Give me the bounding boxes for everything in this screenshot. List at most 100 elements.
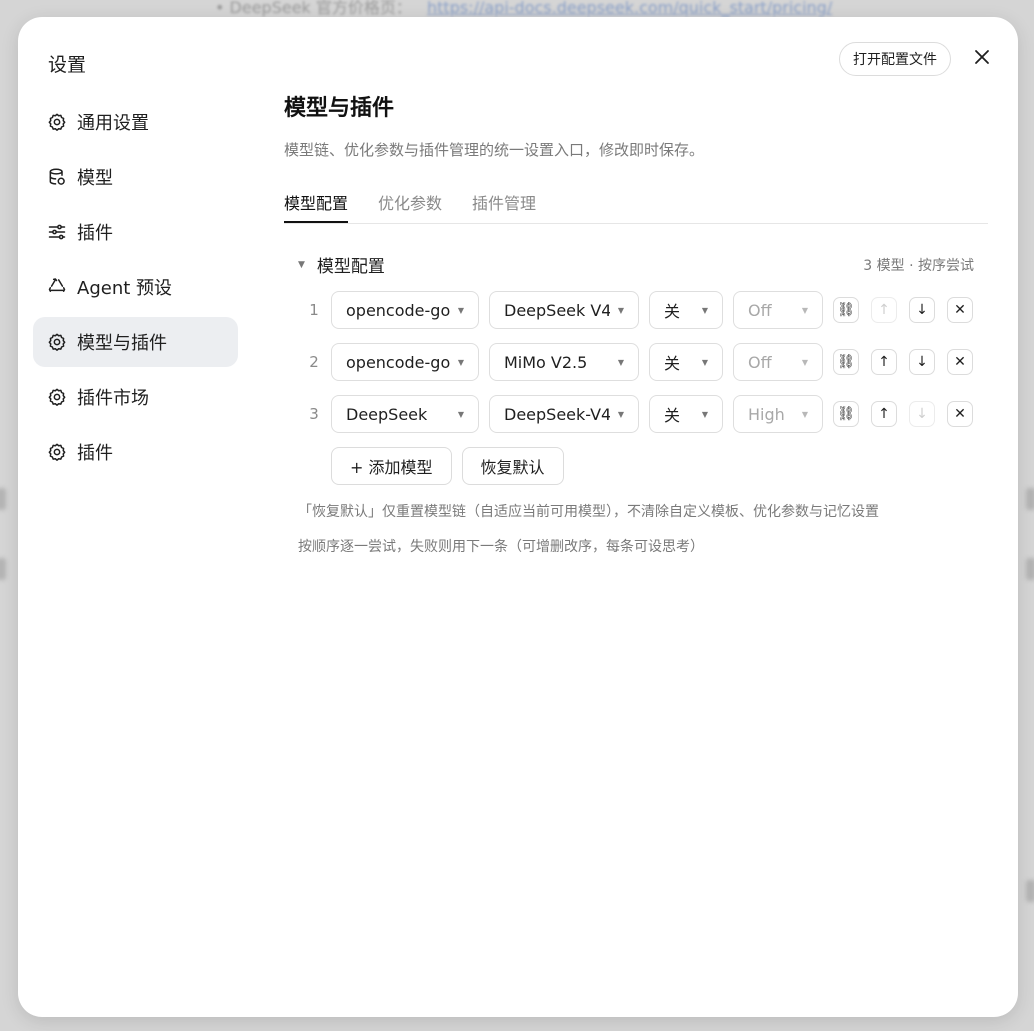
section-header: ▼ 模型配置 3 模型 · 按序尝试 [298, 252, 974, 277]
sidebar-item-label: 通用设置 [77, 113, 149, 134]
sidebar-item-label: 插件市场 [77, 388, 149, 409]
move-up-button[interactable]: ↑ [871, 349, 897, 375]
sidebar-item-label: 插件 [77, 443, 113, 464]
link-button[interactable]: ⛓ [833, 297, 859, 323]
move-up-button[interactable]: ↑ [871, 401, 897, 427]
provider-select[interactable]: opencode-go ▼ [331, 343, 479, 381]
link-button[interactable]: ⛓ [833, 401, 859, 427]
sidebar-item-general[interactable]: 通用设置 [33, 97, 238, 147]
arrow-down-icon: ↓ [916, 302, 928, 318]
sidebar-item-label: Agent 预设 [77, 278, 173, 299]
model-row: 1 opencode-go ▼ ▼ DeepSeek V4 Flash 关 ▼ … [304, 291, 985, 329]
arrow-up-icon: ↑ [878, 354, 890, 370]
row-number: 1 [309, 301, 319, 319]
background-fragment [1026, 880, 1034, 902]
model-select[interactable]: ▼ DeepSeek V4 Flash [489, 291, 639, 329]
sidebar-item-label: 模型与插件 [77, 333, 167, 354]
tab-bar: 模型配置 优化参数 插件管理 [284, 185, 988, 224]
sidebar-item-plugins-2[interactable]: 插件 [33, 427, 238, 477]
gear-icon [47, 112, 67, 132]
order-note: 按顺序逐一尝试，失败则用下一条（可增删改序，每条可设思考） [298, 539, 704, 555]
thinking-select[interactable]: 关 ▼ [649, 343, 723, 381]
sidebar-item-models[interactable]: 模型 [33, 152, 238, 202]
reset-default-button[interactable]: 恢复默认 [461, 447, 564, 485]
thinking-value: 关 [664, 354, 681, 373]
chevron-down-icon: ▼ [457, 409, 464, 419]
link-icon: ⛓ [837, 354, 855, 370]
model-select[interactable]: ▼ DeepSeek-V4- [489, 395, 639, 433]
effort-select[interactable]: High ▼ [733, 395, 823, 433]
close-icon [974, 49, 990, 69]
chevron-down-icon: ▼ [457, 357, 464, 367]
sliders-icon [47, 222, 67, 242]
chevron-down-icon: ▼ [701, 409, 708, 419]
effort-value: Off [748, 352, 772, 372]
page-subtitle: 模型链、优化参数与插件管理的统一设置入口，修改即时保存。 [284, 141, 705, 159]
gear-icon [47, 387, 67, 407]
model-row: 3 DeepSeek ▼ ▼ DeepSeek-V4- 关 ▼ High ▼ ⛓… [304, 395, 985, 433]
remove-button[interactable]: ✕ [947, 401, 973, 427]
close-icon: ✕ [954, 406, 966, 422]
background-fragment [0, 558, 6, 580]
model-value: MiMo V2.5 [504, 352, 588, 372]
chevron-down-icon: ▼ [617, 357, 624, 367]
link-button[interactable]: ⛓ [833, 349, 859, 375]
background-fragment [0, 488, 6, 510]
page-title: 模型与插件 [284, 96, 395, 121]
thinking-select[interactable]: 关 ▼ [649, 291, 723, 329]
background-text: • DeepSeek 官方价格页： https://api-docs.deeps… [215, 0, 832, 18]
remove-button[interactable]: ✕ [947, 349, 973, 375]
sidebar-nav: 通用设置 模型 插件 Agent 预设 模型与插件 插件市场 插件 [33, 97, 238, 482]
thinking-value: 关 [664, 406, 681, 425]
section-title: 模型配置 [316, 257, 385, 277]
model-value: DeepSeek-V4- [504, 404, 610, 424]
chevron-down-icon: ▼ [801, 305, 808, 315]
database-icon [47, 167, 67, 187]
section-toggle[interactable]: ▼ 模型配置 [298, 252, 385, 277]
chevron-down-icon: ▼ [701, 357, 708, 367]
tab-optimization-params[interactable]: 优化参数 [378, 185, 442, 223]
move-down-button[interactable]: ↓ [909, 297, 935, 323]
sidebar-item-plugins[interactable]: 插件 [33, 207, 238, 257]
provider-value: opencode-go [346, 352, 450, 372]
model-select[interactable]: MiMo V2.5 ▼ [489, 343, 639, 381]
effort-value: Off [748, 300, 772, 320]
tab-model-config[interactable]: 模型配置 [284, 185, 349, 223]
tab-plugin-management[interactable]: 插件管理 [472, 185, 536, 223]
chevron-down-icon: ▼ [801, 409, 808, 419]
sidebar-item-label: 插件 [77, 223, 113, 244]
effort-value: High [748, 404, 785, 424]
reset-note: 「恢复默认」仅重置模型链（自适应当前可用模型），不清除自定义模板、优化参数与记忆… [298, 504, 879, 520]
provider-select[interactable]: DeepSeek ▼ [331, 395, 479, 433]
arrow-up-icon: ↑ [878, 406, 890, 422]
chevron-down-icon: ▼ [617, 409, 624, 419]
sidebar-item-models-and-plugins[interactable]: 模型与插件 [33, 317, 238, 367]
provider-value: DeepSeek [346, 404, 428, 424]
close-button[interactable] [970, 47, 994, 71]
sidebar-item-plugin-market[interactable]: 插件市场 [33, 372, 238, 422]
move-down-button[interactable]: ↓ [909, 401, 935, 427]
sidebar-item-agent-presets[interactable]: Agent 预设 [33, 262, 238, 312]
action-row: + 添加模型 恢复默认 [331, 447, 574, 485]
sidebar-item-label: 模型 [77, 168, 113, 189]
add-model-button[interactable]: + 添加模型 [331, 447, 452, 485]
provider-value: opencode-go [346, 300, 450, 320]
settings-modal: 设置 通用设置 模型 插件 Agent 预设 模型与插件 插件市场 插件 打开配… [18, 17, 1018, 1017]
thinking-select[interactable]: 关 ▼ [649, 395, 723, 433]
move-up-button[interactable]: ↑ [871, 297, 897, 323]
chevron-down-icon: ▼ [617, 305, 624, 315]
effort-select[interactable]: Off ▼ [733, 291, 823, 329]
chevron-down-icon: ▼ [701, 305, 708, 315]
effort-select[interactable]: Off ▼ [733, 343, 823, 381]
arrow-down-icon: ↓ [916, 354, 928, 370]
arrow-up-icon: ↑ [878, 302, 890, 318]
provider-select[interactable]: opencode-go ▼ [331, 291, 479, 329]
background-bullet: • [215, 0, 225, 17]
model-row: 2 opencode-go ▼ MiMo V2.5 ▼ 关 ▼ Off ▼ ⛓ … [304, 343, 985, 381]
open-config-file-button[interactable]: 打开配置文件 [839, 42, 951, 76]
remove-button[interactable]: ✕ [947, 297, 973, 323]
recycle-icon [47, 277, 67, 297]
thinking-value: 关 [664, 302, 681, 321]
move-down-button[interactable]: ↓ [909, 349, 935, 375]
sidebar-title: 设置 [48, 54, 87, 76]
